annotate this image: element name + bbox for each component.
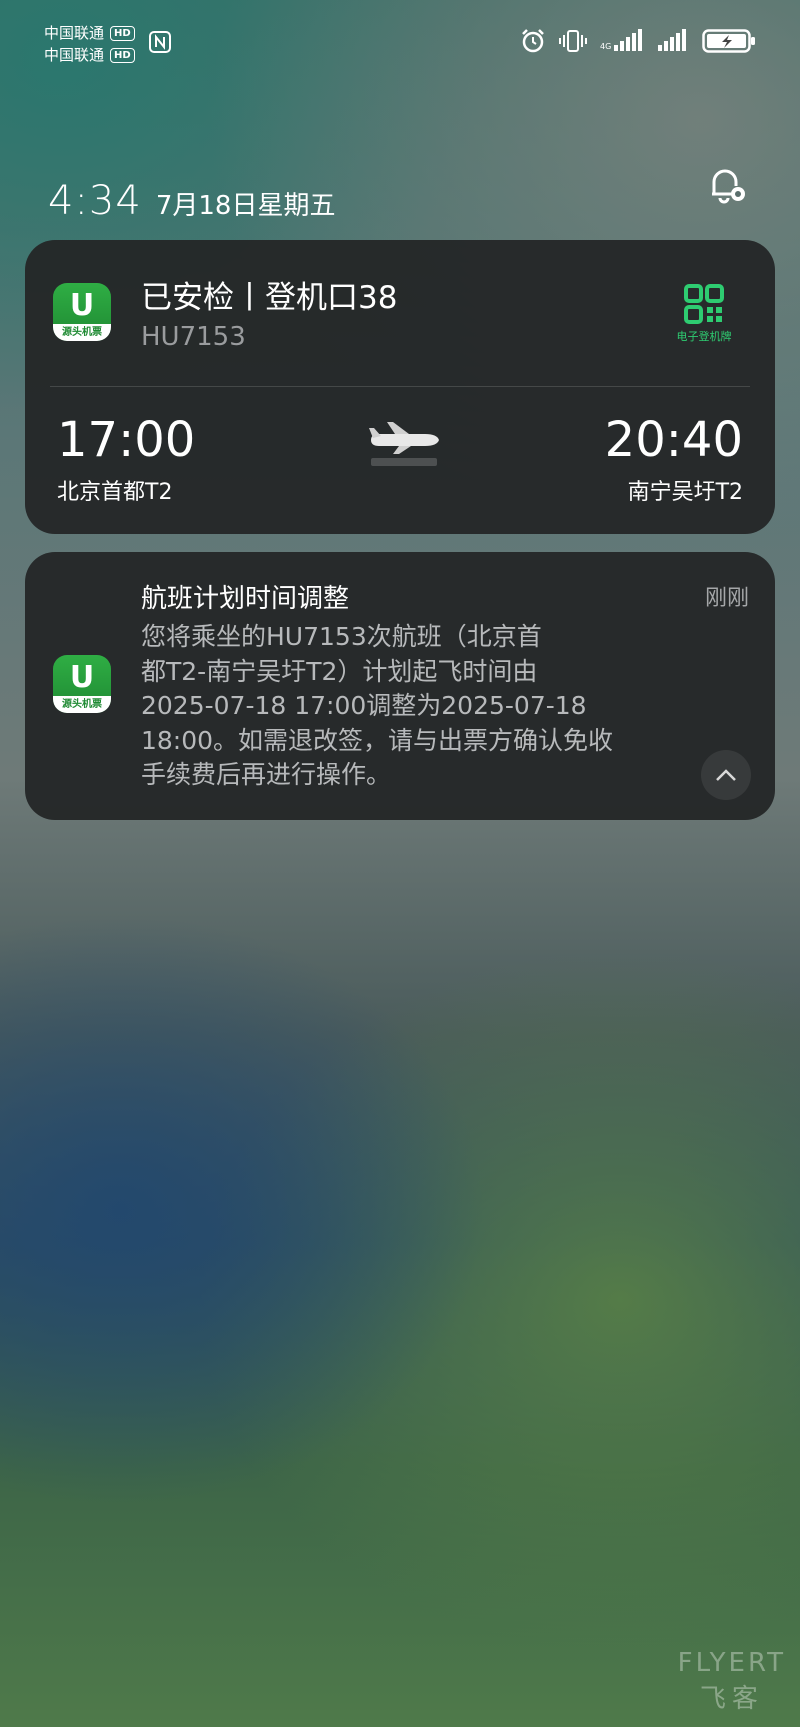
carrier-name: 中国联通 [44,24,105,42]
app-icon-label: 源头机票 [53,696,111,713]
nfc-icon [149,31,171,53]
app-logo-letter: U [69,660,95,695]
notification-settings-icon[interactable] [702,160,750,208]
boarding-pass-button[interactable]: 电子登机牌 [669,284,739,344]
notification-line: 都T2-南宁吴圩T2）计划起飞时间由 [141,656,538,686]
notification-line: 您将乘坐的HU7153次航班（北京首 [141,622,542,651]
carrier-line: 中国联通 HD [44,22,135,44]
alarm-icon [522,29,544,53]
lockscreen-clock: 4:34 7月18日星期五 [48,178,335,224]
carrier-name: 中国联通 [44,46,105,64]
watermark-zh: 飞客 [699,1684,764,1714]
flight-status-card[interactable]: U 源头机票 已安检丨登机口38 HU7153 电子登机牌 17:00 北京首都… [25,240,775,534]
watermark-en: FLYERT [677,1648,786,1678]
carrier-info: 中国联通 HD 中国联通 HD [44,22,135,66]
hd-badge: HD [110,25,135,41]
arrival-time: 20:40 [604,412,743,468]
notification-body: 您将乘坐的HU7153次航班（北京首 都T2-南宁吴圩T2）计划起飞时间由 20… [141,620,701,793]
carrier-line: 中国联通 HD [44,44,135,66]
signal-icon: 4G [600,29,642,51]
clock-date: 7月18日星期五 [155,191,336,221]
divider [50,386,750,387]
schedule-change-notification[interactable]: U 源头机票 航班计划时间调整 刚刚 您将乘坐的HU7153次航班（北京首 都T… [25,552,775,820]
status-icons: 4G [520,28,756,54]
notification-line: 2025-07-18 17:00调整为2025-07-18 [141,691,587,720]
departure-time: 17:00 [57,412,196,468]
app-icon: U 源头机票 [53,655,111,713]
notification-line: 18:00。如需退改签，请与出票方确认免收 [141,725,614,755]
arrival-airport: 南宁吴圩T2 [627,480,743,505]
qr-code-icon [684,284,724,324]
app-icon: U 源头机票 [53,283,111,341]
notification-line: 手续费后再进行操作。 [141,760,392,789]
flight-status-title: 已安检丨登机口38 [141,280,398,316]
watermark: FLYERT 飞客 [678,1648,786,1715]
vibrate-icon [559,30,587,52]
app-logo-letter: U [69,288,95,323]
clock-time: 4:34 [48,178,142,224]
signal-icon [658,29,686,51]
collapse-button[interactable] [701,750,751,800]
hd-badge: HD [110,47,135,63]
boarding-pass-label: 电子登机牌 [676,330,732,343]
notification-title: 航班计划时间调整 [141,584,350,614]
airplane-icon [369,422,439,466]
battery-charging-icon [702,29,755,53]
departure-airport: 北京首都T2 [57,480,173,505]
notification-time: 刚刚 [704,586,749,611]
chevron-up-icon [716,769,736,781]
svg-text:4G: 4G [600,42,611,51]
flight-number: HU7153 [141,322,246,352]
status-bar: 中国联通 HD 中国联通 HD 4G [44,18,756,68]
app-icon-label: 源头机票 [53,324,111,341]
